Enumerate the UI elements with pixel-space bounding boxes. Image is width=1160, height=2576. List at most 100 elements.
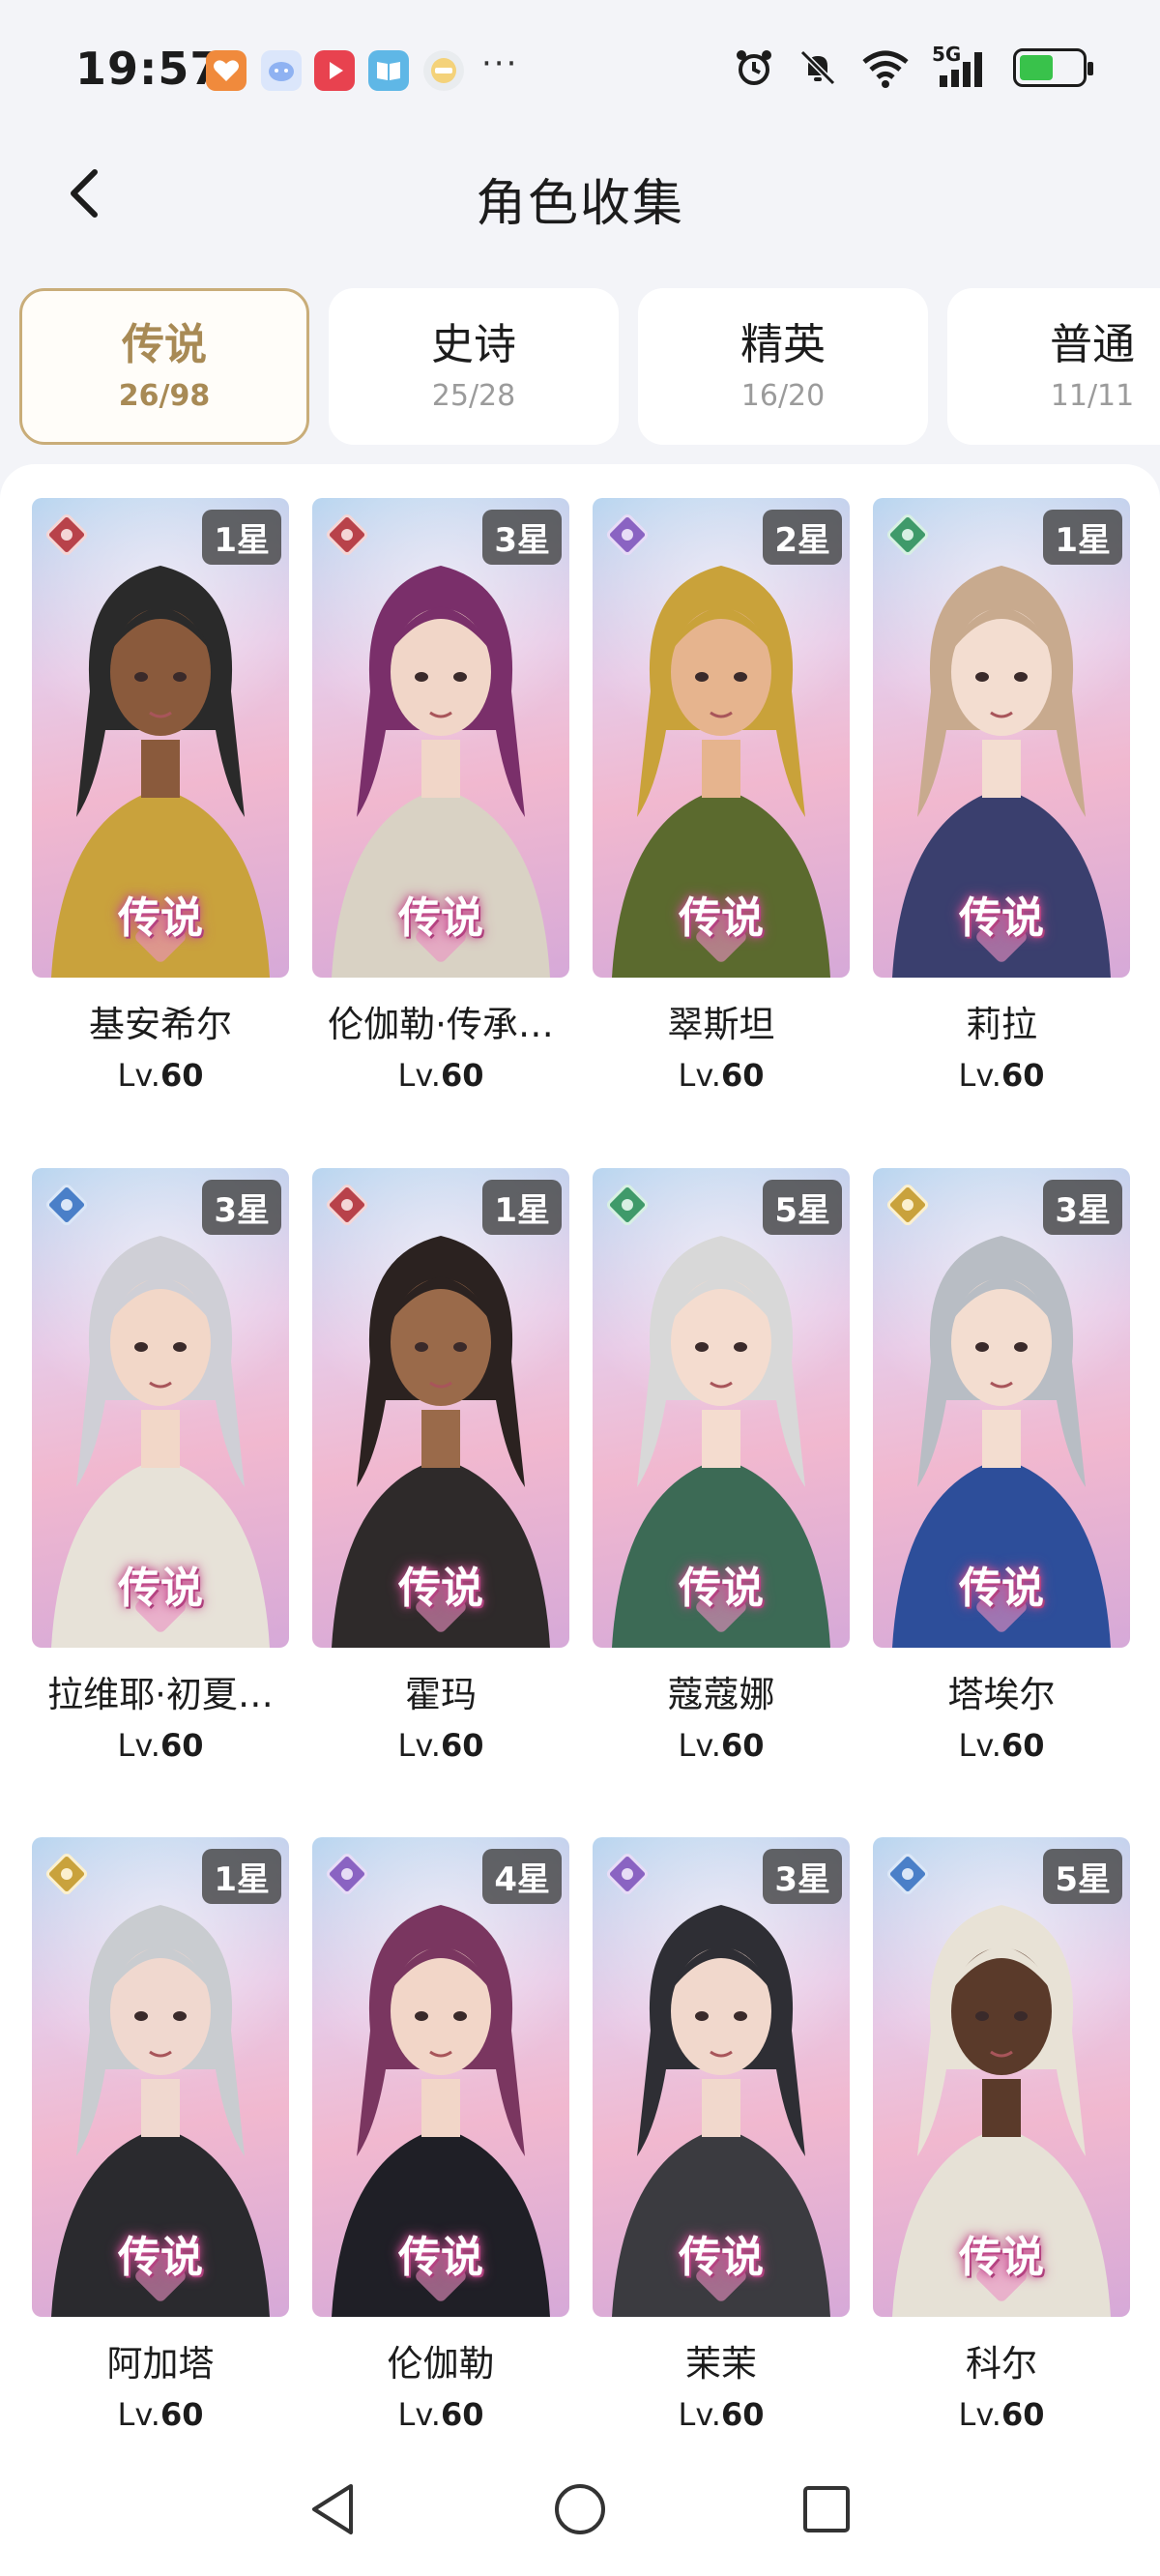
level-value: 60 [1000,2396,1045,2433]
tab-common[interactable]: 普通 11/11 [947,288,1160,445]
game-app-icon [423,50,464,91]
element-icon [45,1853,88,1895]
level-prefix: Lv. [117,1727,160,1764]
character-card[interactable]: 1星 传说 莉拉 Lv.60 [873,498,1130,1094]
character-level: Lv.60 [32,2396,289,2433]
element-icon [886,1853,929,1895]
nav-back-button[interactable] [300,2475,367,2543]
battery-icon [1013,48,1093,87]
character-card[interactable]: 3星 传说 伦伽勒·传承… Lv.60 [312,498,569,1094]
tab-label: 普通 [1050,320,1135,370]
level-prefix: Lv. [958,2396,1001,2433]
character-name: 塔埃尔 [947,1674,1056,1715]
character-level: Lv.60 [593,2396,850,2433]
star-rank-badge: 1星 [202,1849,281,1904]
tab-label: 史诗 [431,320,516,370]
character-card[interactable]: 1星 传说 阿加塔 Lv.60 [32,1837,289,2433]
alarm-icon [737,50,771,85]
character-name: 科尔 [966,2343,1037,2385]
tab-epic[interactable]: 史诗 25/28 [329,288,619,445]
level-value: 60 [160,2396,204,2433]
character-level: Lv.60 [873,1057,1130,1094]
rarity-label: 传说 [959,2233,1044,2282]
character-card[interactable]: 1星 传说 霍玛 Lv.60 [312,1168,569,1764]
level-value: 60 [440,2396,484,2433]
book-app-icon [368,50,409,91]
character-level: Lv.60 [312,1727,569,1764]
tab-count: 16/20 [740,378,826,413]
star-rank-badge: 4星 [482,1849,562,1904]
rarity-label: 传说 [118,2233,203,2282]
character-card[interactable]: 3星 传说 茉茉 Lv.60 [593,1837,850,2433]
character-card[interactable]: 1星 传说 基安希尔 Lv.60 [32,498,289,1094]
character-portrait: 1星 传说 [312,1168,569,1648]
character-card[interactable]: 5星 传说 蔻蔻娜 Lv.60 [593,1168,850,1764]
star-rank-badge: 2星 [763,510,842,565]
nav-recents-icon [803,2486,850,2532]
character-card[interactable]: 3星 传说 拉维耶·初夏… Lv.60 [32,1168,289,1764]
rarity-label: 传说 [959,1564,1044,1613]
character-level: Lv.60 [32,1057,289,1094]
character-name: 伦伽勒 [387,2343,495,2385]
status-time: 19:57 [75,43,222,95]
star-rank-badge: 1星 [482,1180,562,1235]
character-card[interactable]: 3星 传说 塔埃尔 Lv.60 [873,1168,1130,1764]
character-level: Lv.60 [873,1727,1130,1764]
tab-label: 精英 [740,320,826,370]
star-rank-badge: 5星 [1043,1849,1122,1904]
rarity-label: 传说 [679,893,764,943]
page-title: 角色收集 [475,175,684,233]
rarity-label: 传说 [398,2233,483,2282]
element-icon [45,1184,88,1226]
level-prefix: Lv. [678,2396,721,2433]
element-icon [326,513,368,556]
character-portrait: 1星 传说 [32,498,289,978]
system-nav-bar [0,2446,1160,2576]
level-value: 60 [720,2396,765,2433]
element-icon [326,1184,368,1226]
element-icon [45,513,88,556]
character-level: Lv.60 [593,1727,850,1764]
level-prefix: Lv. [117,2396,160,2433]
wifi-icon [862,50,909,88]
element-icon [606,1184,649,1226]
nav-recents-button[interactable] [793,2475,860,2543]
character-name: 翠斯坦 [667,1004,775,1045]
favorite-app-icon [206,50,246,91]
mute-icon [799,49,836,86]
character-card[interactable]: 5星 传说 科尔 Lv.60 [873,1837,1130,2433]
level-value: 60 [1000,1057,1045,1094]
level-value: 60 [160,1727,204,1764]
star-rank-badge: 3星 [482,510,562,565]
character-name: 霍玛 [405,1674,477,1715]
character-name: 茉茉 [685,2343,757,2385]
cellular-signal: 5G [932,43,992,89]
level-prefix: Lv. [397,2396,441,2433]
more-notifications: ··· [481,44,519,83]
video-app-icon [314,50,355,91]
tab-label: 传说 [122,320,207,370]
character-card[interactable]: 2星 传说 翠斯坦 Lv.60 [593,498,850,1094]
rarity-label: 传说 [959,893,1044,943]
character-level: Lv.60 [312,2396,569,2433]
level-prefix: Lv. [397,1727,441,1764]
level-value: 60 [160,1057,204,1094]
tab-legendary[interactable]: 传说 26/98 [19,288,309,445]
character-level: Lv.60 [32,1727,289,1764]
character-portrait: 1星 传说 [32,1837,289,2317]
level-value: 60 [440,1727,484,1764]
star-rank-badge: 1星 [202,510,281,565]
nav-home-button[interactable] [546,2475,614,2543]
level-value: 60 [440,1057,484,1094]
level-value: 60 [720,1727,765,1764]
character-card[interactable]: 4星 传说 伦伽勒 Lv.60 [312,1837,569,2433]
character-name: 伦伽勒·传承… [328,1004,554,1045]
star-rank-badge: 3星 [202,1180,281,1235]
rarity-label: 传说 [398,1564,483,1613]
rarity-label: 传说 [679,1564,764,1613]
chat-app-icon [261,50,302,91]
header: 角色收集 [0,145,1160,242]
star-rank-badge: 3星 [1043,1180,1122,1235]
tab-elite[interactable]: 精英 16/20 [638,288,928,445]
level-prefix: Lv. [117,1057,160,1094]
